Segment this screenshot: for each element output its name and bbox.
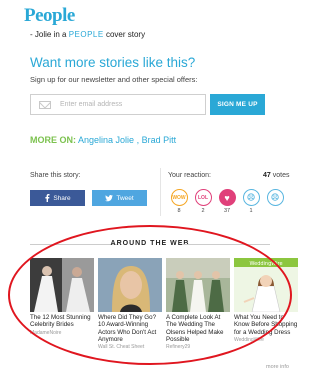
heading-rule-right [182,244,270,245]
article-source: Wall St. Cheat Sheet [98,344,145,351]
reaction-count: 8 [177,208,181,214]
facebook-share-label: Share [53,194,71,202]
reaction-count: 37 [223,208,231,214]
reaction-wow[interactable]: WOW 8 [170,189,188,215]
article-title[interactable]: A Complete Look At The Wedding The Olsen… [166,314,230,343]
votes-count: 47 votes [263,172,289,179]
article-source: MadameNoire [30,329,62,336]
email-field[interactable]: Enter email address [30,94,206,115]
article-thumbnail[interactable] [30,258,94,312]
article-card-wedding-dress[interactable]: WeddingWire What You Need to Know Before… [234,258,298,350]
facebook-icon [45,194,50,202]
article-thumbnail[interactable] [98,258,162,312]
share-label: Share this story: [30,172,81,179]
teaser-rest: cover story [105,30,146,39]
svg-text:WeddingWire: WeddingWire [249,261,282,267]
twitter-tweet-button[interactable]: Tweet [92,190,147,206]
reaction-label: Your reaction: [168,172,211,179]
article-source: WeddingWire [234,336,264,343]
mail-icon [39,100,51,109]
reaction-sad[interactable]: ☹ 1 [242,189,260,215]
mad-face-icon: ☹ [266,189,284,206]
votes-number: 47 [263,172,271,179]
around-the-web-cards: The 12 Most Stunning Celebrity Brides Ma… [30,258,298,350]
more-on-tag-angelina-jolie[interactable]: Angelina Jolie [78,135,134,145]
twitter-icon [105,194,114,201]
more-on-label: MORE ON: [30,135,76,145]
reaction-love[interactable]: ♥ 37 [218,189,236,215]
reaction-count: 1 [249,208,253,214]
story-teaser[interactable]: - Jolie in a PEOPLE cover story [30,30,145,39]
more-on-separator: , [136,135,140,145]
lol-icon: LOL [194,189,212,206]
more-on-tag-brad-pitt[interactable]: Brad Pitt [142,135,177,145]
share-reaction-divider [160,168,161,216]
votes-word: votes [272,172,290,179]
teaser-text: - Jolie in a [30,30,67,39]
reaction-count: 2 [201,208,205,214]
article-source: Refinery29 [166,344,191,351]
sign-me-up-button[interactable]: SIGN ME UP [210,94,265,115]
article-title[interactable]: The 12 Most Stunning Celebrity Brides [30,314,94,329]
reaction-mad[interactable]: ☹ [266,189,284,215]
article-title[interactable]: Where Did They Go? 10 Award-Winning Acto… [98,314,162,343]
reaction-options: WOW 8 LOL 2 ♥ 37 ☹ 1 ☹ [170,189,284,215]
article-title[interactable]: What You Need to Know Before Shopping fo… [234,314,298,336]
heart-icon: ♥ [218,189,236,206]
email-placeholder: Enter email address [60,101,123,108]
article-card-olsens-wedding[interactable]: A Complete Look At The Wedding The Olsen… [166,258,230,350]
article-card-celebrity-brides[interactable]: The 12 Most Stunning Celebrity Brides Ma… [30,258,94,350]
article-card-actors[interactable]: Where Did They Go? 10 Award-Winning Acto… [98,258,162,350]
twitter-tweet-label: Tweet [116,194,134,202]
sad-face-icon: ☹ [242,189,260,206]
wow-icon: WOW [170,189,188,206]
article-thumbnail[interactable] [166,258,230,312]
more-on-row: MORE ON: Angelina Jolie , Brad Pitt [30,135,176,145]
more-info-link[interactable]: more info [266,364,289,370]
article-thumbnail[interactable]: WeddingWire [234,258,298,312]
reaction-lol[interactable]: LOL 2 [194,189,212,215]
newsletter-headline: Want more stories like this? [30,55,196,70]
newsletter-subtext: Sign up for our newsletter and other spe… [30,75,198,84]
teaser-brand: PEOPLE [68,30,104,39]
people-logo[interactable]: People [24,5,75,27]
facebook-share-button[interactable]: Share [30,190,85,206]
